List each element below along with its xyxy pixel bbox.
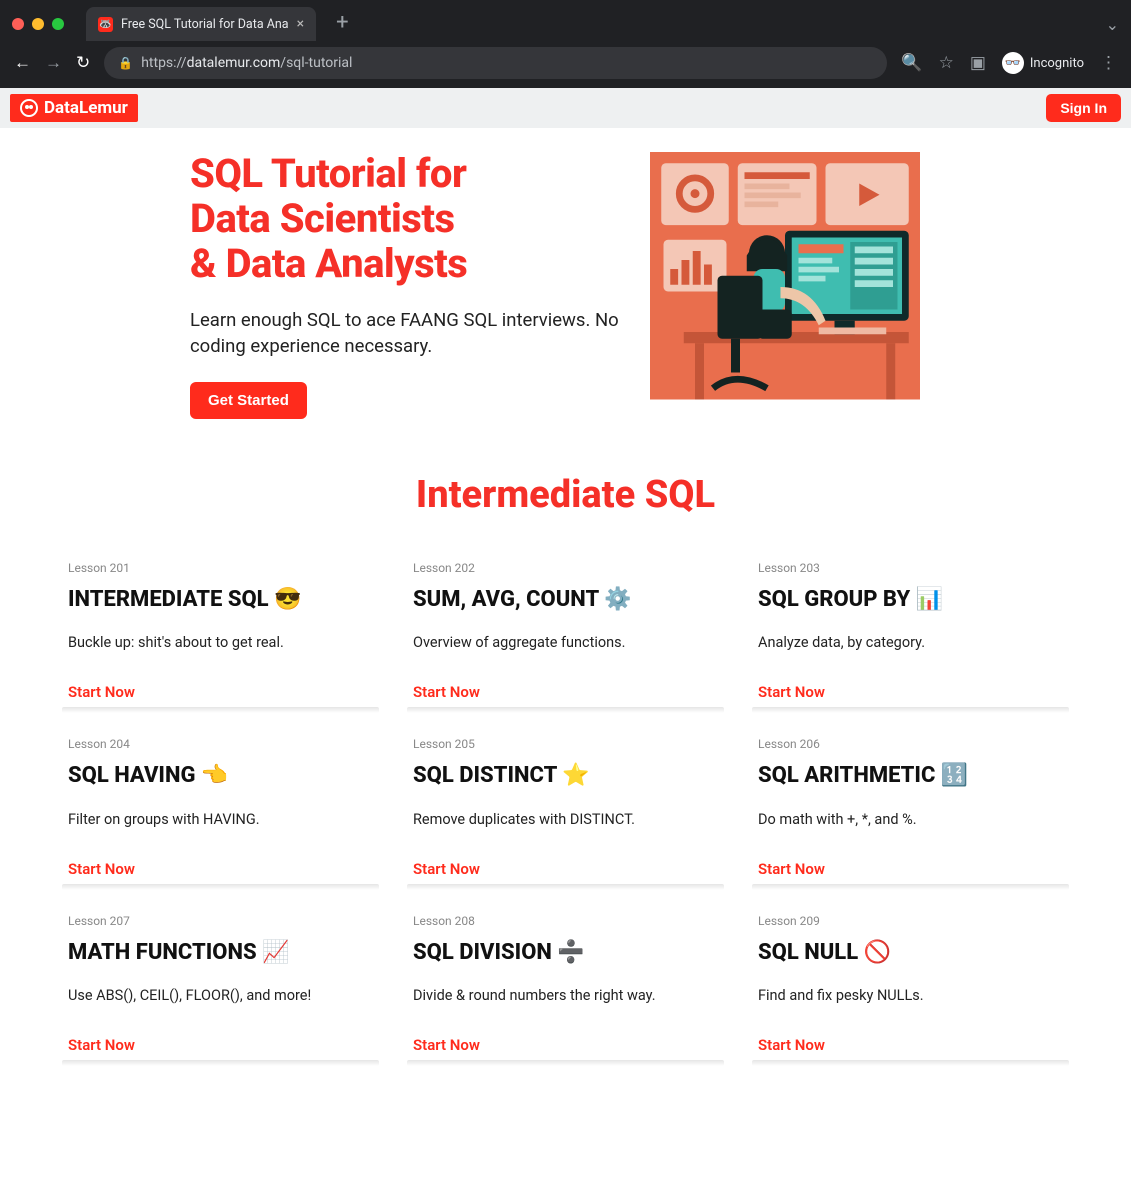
- toolbar-right: 🔍 ☆ ▣ 👓 Incognito ⋮: [901, 52, 1117, 74]
- lesson-description: Use ABS(), CEIL(), FLOOR(), and more!: [68, 987, 373, 1007]
- section-title: Intermediate SQL: [0, 473, 1131, 517]
- kebab-menu-icon[interactable]: ⋮: [1100, 53, 1117, 73]
- lesson-label: Lesson 203: [758, 561, 1063, 575]
- hero: SQL Tutorial for Data Scientists & Data …: [0, 128, 1131, 429]
- browser-chrome: 🦝 Free SQL Tutorial for Data Ana × + ⌄ ←…: [0, 0, 1131, 88]
- site-header: DataLemur Sign In: [0, 88, 1131, 128]
- lesson-card: Lesson 202 SUM, AVG, COUNT ⚙️ Overview of …: [407, 557, 724, 707]
- window-maximize-button[interactable]: [52, 18, 64, 30]
- tab-favicon-icon: 🦝: [98, 17, 113, 32]
- start-now-link[interactable]: Start Now: [758, 1036, 825, 1054]
- start-now-link[interactable]: Start Now: [68, 1036, 135, 1054]
- hero-title: SQL Tutorial for Data Scientists & Data …: [190, 152, 620, 286]
- lesson-description: Do math with +, *, and %.: [758, 811, 1063, 831]
- hero-subtitle: Learn enough SQL to ace FAANG SQL interv…: [190, 308, 620, 360]
- url-text: https://datalemur.com/sql-tutorial: [141, 55, 352, 71]
- lesson-description: Buckle up: shit's about to get real.: [68, 634, 373, 654]
- start-now-link[interactable]: Start Now: [758, 683, 825, 701]
- extensions-icon[interactable]: ▣: [970, 53, 986, 73]
- lesson-label: Lesson 208: [413, 914, 718, 928]
- window-controls: [12, 18, 64, 30]
- lesson-card: Lesson 206 SQL ARITHMETIC 🔢 Do math with +…: [752, 733, 1069, 883]
- lesson-title: INTERMEDIATE SQL 😎: [68, 587, 373, 612]
- lemur-icon: [20, 99, 38, 117]
- browser-toolbar: ← → ↻ 🔒 https://datalemur.com/sql-tutori…: [0, 42, 1131, 88]
- lesson-description: Overview of aggregate functions.: [413, 634, 718, 654]
- lesson-title: SQL GROUP BY 📊: [758, 587, 1063, 612]
- lesson-description: Filter on groups with HAVING.: [68, 811, 373, 831]
- lock-icon: 🔒: [118, 56, 133, 70]
- brand-name: DataLemur: [44, 98, 128, 118]
- hero-title-line2: Data Scientists: [190, 195, 455, 242]
- lesson-title: SUM, AVG, COUNT ⚙️: [413, 587, 718, 612]
- start-now-link[interactable]: Start Now: [413, 860, 480, 878]
- lesson-title: SQL DISTINCT ⭐: [413, 763, 718, 788]
- brand-logo[interactable]: DataLemur: [10, 94, 138, 122]
- lesson-label: Lesson 206: [758, 737, 1063, 751]
- tab-title: Free SQL Tutorial for Data Ana: [121, 17, 289, 32]
- get-started-button[interactable]: Get Started: [190, 382, 307, 419]
- lesson-card: Lesson 208 SQL DIVISION ➗ Divide & round n…: [407, 910, 724, 1060]
- browser-tab[interactable]: 🦝 Free SQL Tutorial for Data Ana ×: [86, 7, 316, 41]
- lesson-label: Lesson 202: [413, 561, 718, 575]
- lesson-card: Lesson 207 MATH FUNCTIONS 📈 Use ABS(), CEI…: [62, 910, 379, 1060]
- lesson-title: SQL ARITHMETIC 🔢: [758, 763, 1063, 788]
- hero-illustration: [650, 152, 920, 400]
- tab-close-icon[interactable]: ×: [297, 16, 304, 32]
- start-now-link[interactable]: Start Now: [413, 683, 480, 701]
- hero-text: SQL Tutorial for Data Scientists & Data …: [190, 152, 620, 419]
- lesson-title: SQL HAVING 👈: [68, 763, 373, 788]
- incognito-icon: 👓: [1002, 52, 1024, 74]
- start-now-link[interactable]: Start Now: [68, 683, 135, 701]
- lesson-description: Remove duplicates with DISTINCT.: [413, 811, 718, 831]
- lesson-label: Lesson 205: [413, 737, 718, 751]
- address-bar[interactable]: 🔒 https://datalemur.com/sql-tutorial: [104, 47, 887, 79]
- new-tab-button[interactable]: +: [336, 10, 348, 35]
- hero-title-line3: & Data Analysts: [190, 240, 467, 287]
- nav-back-button[interactable]: ←: [14, 53, 31, 73]
- window-close-button[interactable]: [12, 18, 24, 30]
- tabs-dropdown-icon[interactable]: ⌄: [1106, 15, 1119, 34]
- lesson-card: Lesson 203 SQL GROUP BY 📊 Analyze data, by…: [752, 557, 1069, 707]
- start-now-link[interactable]: Start Now: [68, 860, 135, 878]
- browser-titlebar: 🦝 Free SQL Tutorial for Data Ana × + ⌄: [0, 0, 1131, 42]
- lesson-label: Lesson 204: [68, 737, 373, 751]
- bookmark-star-icon[interactable]: ☆: [939, 53, 954, 73]
- lesson-label: Lesson 201: [68, 561, 373, 575]
- hero-title-line1: SQL Tutorial for: [190, 150, 466, 197]
- window-minimize-button[interactable]: [32, 18, 44, 30]
- lesson-description: Divide & round numbers the right way.: [413, 987, 718, 1007]
- lesson-title: MATH FUNCTIONS 📈: [68, 940, 373, 965]
- lesson-title: SQL NULL 🚫: [758, 940, 1063, 965]
- url-domain: datalemur.com: [187, 55, 281, 71]
- lesson-description: Analyze data, by category.: [758, 634, 1063, 654]
- lesson-card: Lesson 204 SQL HAVING 👈 Filter on groups w…: [62, 733, 379, 883]
- lesson-title: SQL DIVISION ➗: [413, 940, 718, 965]
- incognito-label: Incognito: [1030, 56, 1084, 71]
- start-now-link[interactable]: Start Now: [758, 860, 825, 878]
- start-now-link[interactable]: Start Now: [413, 1036, 480, 1054]
- sign-in-button[interactable]: Sign In: [1046, 94, 1121, 122]
- url-prefix: https://: [141, 55, 186, 71]
- lesson-label: Lesson 209: [758, 914, 1063, 928]
- nav-reload-button[interactable]: ↻: [76, 53, 90, 73]
- url-path: /sql-tutorial: [280, 55, 352, 71]
- nav-forward-button[interactable]: →: [45, 53, 62, 73]
- lesson-card: Lesson 201 INTERMEDIATE SQL 😎 Buckle up: s…: [62, 557, 379, 707]
- lesson-description: Find and fix pesky NULLs.: [758, 987, 1063, 1007]
- lessons-grid: Lesson 201 INTERMEDIATE SQL 😎 Buckle up: s…: [0, 517, 1131, 1090]
- lesson-card: Lesson 209 SQL NULL 🚫 Find and fix pesky N…: [752, 910, 1069, 1060]
- lesson-card: Lesson 205 SQL DISTINCT ⭐ Remove duplicate…: [407, 733, 724, 883]
- incognito-indicator: 👓 Incognito: [1002, 52, 1084, 74]
- site-search-icon[interactable]: 🔍: [901, 53, 922, 73]
- lesson-label: Lesson 207: [68, 914, 373, 928]
